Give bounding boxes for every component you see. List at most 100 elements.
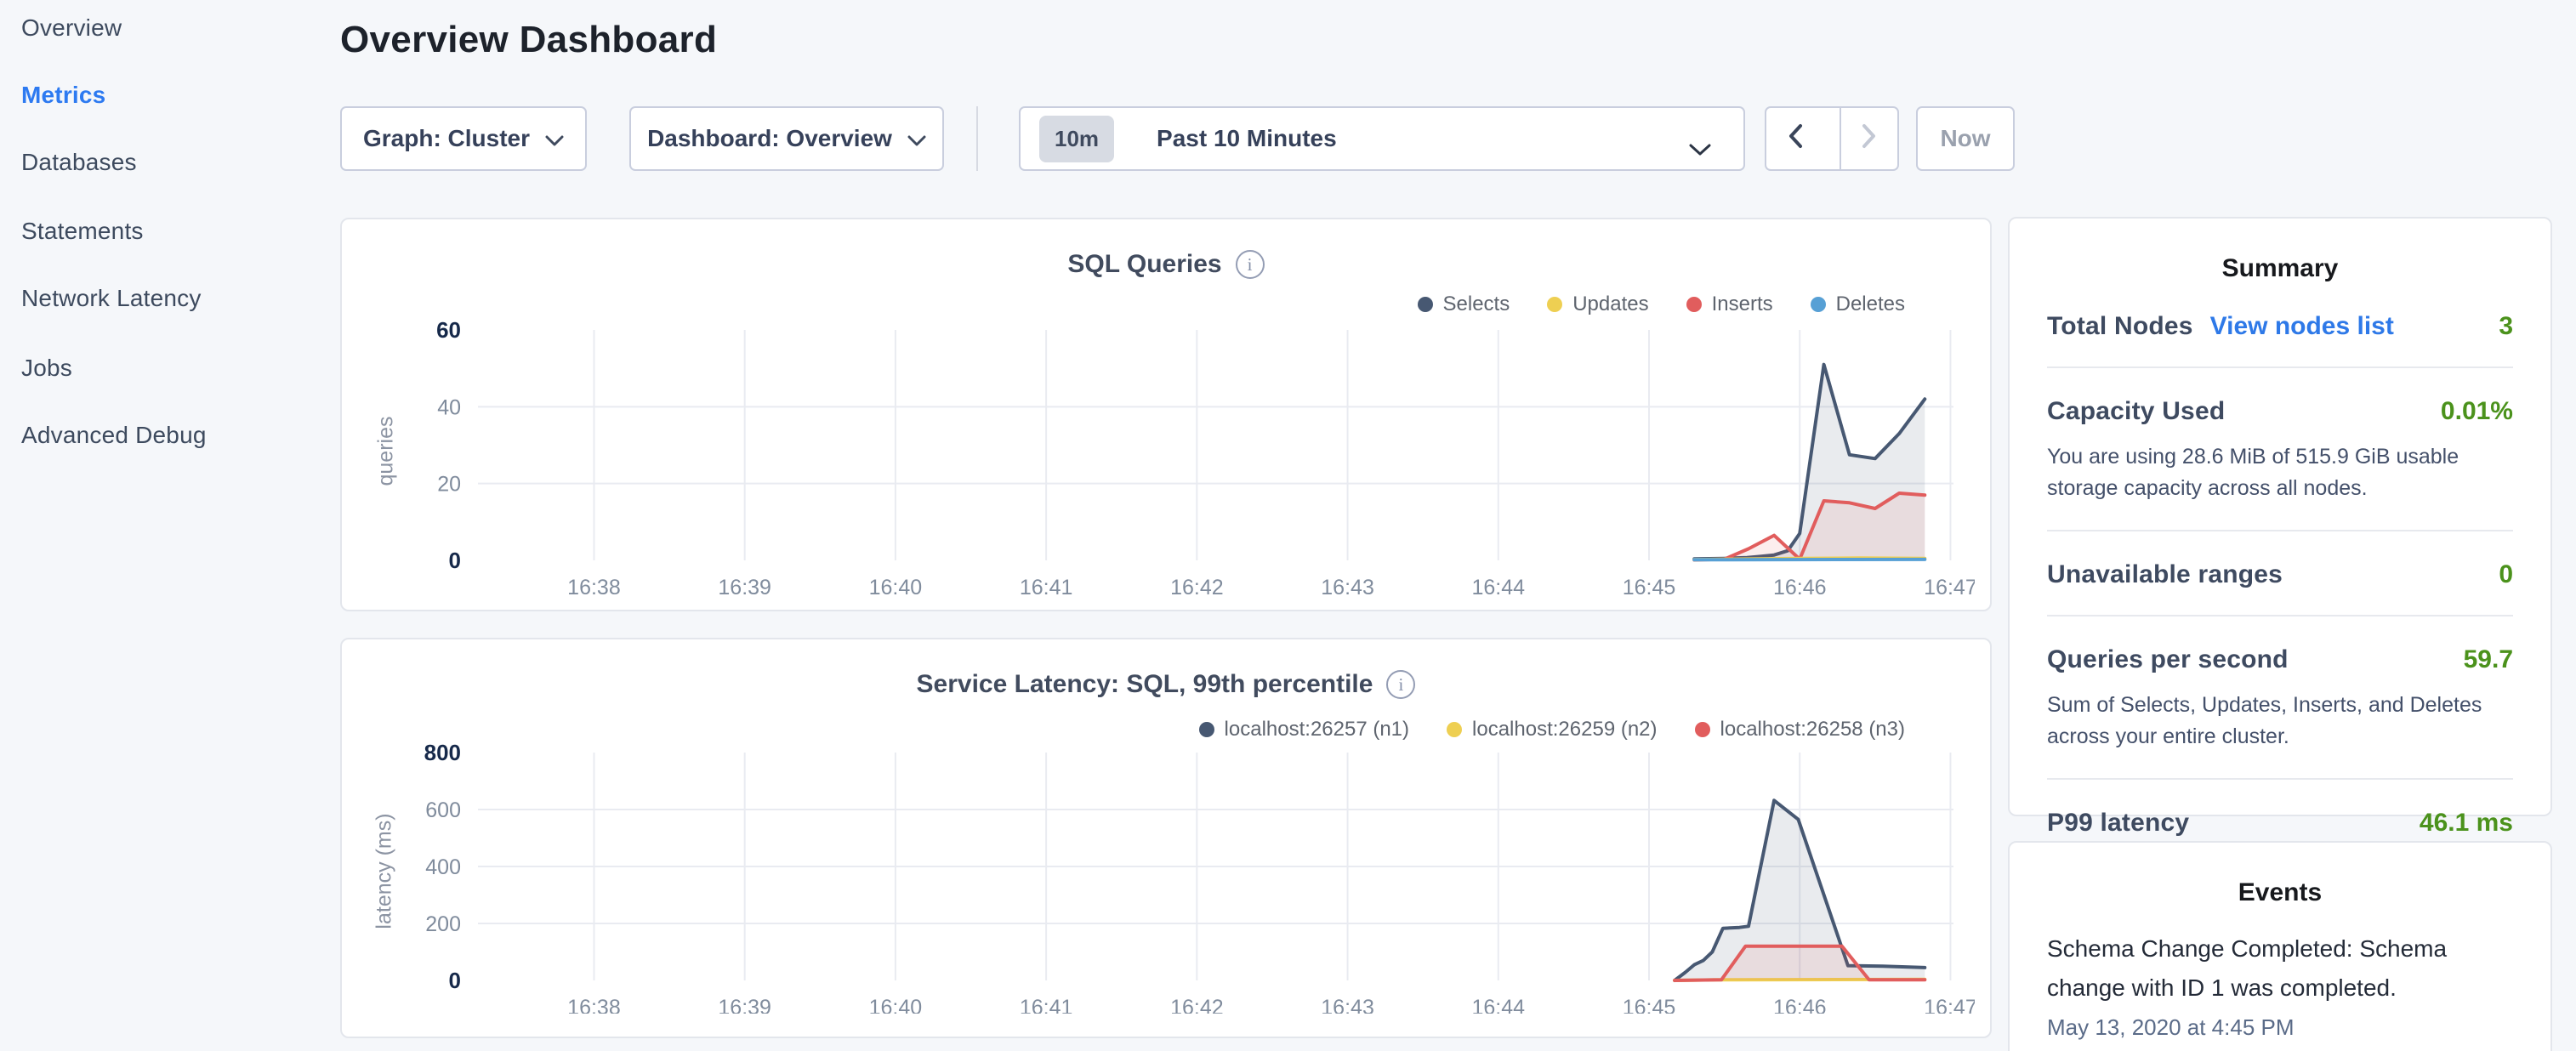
- legend-item[interactable]: Selects: [1418, 293, 1510, 316]
- summary-description: You are using 28.6 MiB of 515.9 GiB usab…: [2047, 441, 2506, 504]
- chart-legend: Selects Updates Inserts Deletes: [1418, 293, 1906, 316]
- summary-description: Sum of Selects, Updates, Inserts, and De…: [2047, 690, 2506, 753]
- svg-text:40: 40: [437, 395, 461, 419]
- chevron-down-icon: [545, 125, 564, 152]
- time-step-back-button[interactable]: [1766, 108, 1824, 169]
- svg-text:16:38: 16:38: [567, 576, 621, 597]
- svg-text:800: 800: [424, 740, 461, 765]
- sidebar-item-statements[interactable]: Statements: [21, 218, 144, 245]
- summary-label: Total Nodes: [2047, 312, 2193, 341]
- time-range-badge: 10m: [1039, 116, 1114, 162]
- svg-text:16:45: 16:45: [1623, 576, 1676, 597]
- svg-text:600: 600: [425, 798, 461, 822]
- time-step-buttons: [1765, 106, 1899, 171]
- sidebar-item-metrics[interactable]: Metrics: [21, 82, 105, 109]
- svg-text:16:43: 16:43: [1321, 996, 1374, 1014]
- svg-text:16:42: 16:42: [1170, 996, 1224, 1014]
- svg-text:16:41: 16:41: [1020, 996, 1073, 1014]
- svg-text:16:41: 16:41: [1020, 576, 1073, 597]
- summary-value: 0: [2499, 560, 2513, 589]
- legend-label: Selects: [1443, 293, 1510, 316]
- sidebar-item-overview[interactable]: Overview: [21, 14, 122, 42]
- summary-label: Unavailable ranges: [2047, 560, 2283, 589]
- summary-row-total-nodes: Total Nodes View nodes list 3: [2047, 283, 2513, 366]
- summary-label: Capacity Used: [2047, 397, 2225, 426]
- legend-dot-icon: [1811, 297, 1826, 312]
- service-latency-chart[interactable]: 16:38 16:39 16:40 16:41 16:42 16:43 16:44 16:45…: [359, 733, 1975, 1014]
- svg-text:16:45: 16:45: [1623, 996, 1676, 1014]
- sidebar-item-databases[interactable]: Databases: [21, 149, 137, 176]
- summary-value: 46.1 ms: [2420, 809, 2513, 838]
- sql-queries-chart-card: SQL Queries i Selects Updates Inserts Delet…: [340, 218, 1992, 611]
- graph-scope-dropdown[interactable]: Graph: Cluster: [340, 106, 587, 171]
- chevron-left-icon: [1787, 123, 1804, 155]
- summary-value: 59.7: [2464, 645, 2513, 674]
- chevron-right-icon: [1861, 123, 1878, 155]
- legend-item[interactable]: Deletes: [1811, 293, 1905, 316]
- summary-value: 3: [2499, 312, 2513, 341]
- legend-item[interactable]: Inserts: [1686, 293, 1773, 316]
- time-range-dropdown[interactable]: 10m Past 10 Minutes: [1019, 106, 1745, 171]
- chart-title: Service Latency: SQL, 99th percentile: [917, 670, 1373, 699]
- svg-text:16:46: 16:46: [1773, 576, 1827, 597]
- graph-scope-dropdown-label: Graph: Cluster: [363, 125, 530, 152]
- svg-text:16:40: 16:40: [869, 996, 923, 1014]
- svg-text:20: 20: [437, 473, 461, 497]
- legend-dot-icon: [1686, 297, 1702, 312]
- summary-row-unavailable-ranges: Unavailable ranges 0: [2047, 530, 2513, 615]
- legend-label: Inserts: [1712, 293, 1773, 316]
- summary-label: P99 latency: [2047, 809, 2189, 838]
- legend-label: Updates: [1572, 293, 1648, 316]
- service-latency-chart-card: Service Latency: SQL, 99th percentile i …: [340, 638, 1992, 1038]
- svg-text:60: 60: [436, 317, 461, 343]
- legend-item[interactable]: Updates: [1547, 293, 1648, 316]
- sql-queries-chart[interactable]: 16:38 16:39 16:40 16:41 16:42 16:43 16:44 16:45…: [359, 316, 1975, 597]
- svg-text:16:47: 16:47: [1924, 576, 1975, 597]
- summary-heading: Summary: [2010, 219, 2550, 283]
- svg-text:16:40: 16:40: [869, 576, 923, 597]
- svg-text:16:44: 16:44: [1472, 996, 1526, 1014]
- info-icon[interactable]: i: [1386, 670, 1415, 699]
- sidebar-item-jobs[interactable]: Jobs: [21, 355, 72, 382]
- svg-text:16:47: 16:47: [1924, 996, 1975, 1014]
- svg-text:400: 400: [425, 855, 461, 879]
- page-title: Overview Dashboard: [340, 19, 717, 61]
- svg-text:16:44: 16:44: [1472, 576, 1526, 597]
- events-panel: Events Schema Change Completed: Schema c…: [2008, 841, 2552, 1051]
- svg-text:0: 0: [449, 548, 461, 573]
- dashboard-dropdown-label: Dashboard: Overview: [647, 125, 892, 152]
- sidebar-item-advanced-debug[interactable]: Advanced Debug: [21, 422, 207, 449]
- legend-dot-icon: [1547, 297, 1562, 312]
- event-text: Schema Change Completed: Schema change w…: [2047, 929, 2513, 1008]
- summary-row-queries-per-second: Queries per second 59.7 Sum of Selects, …: [2047, 615, 2513, 778]
- svg-text:16:38: 16:38: [567, 996, 621, 1014]
- view-nodes-list-link[interactable]: View nodes list: [2210, 312, 2394, 341]
- svg-text:200: 200: [425, 912, 461, 936]
- event-timestamp: May 13, 2020 at 4:45 PM: [2047, 1014, 2513, 1041]
- svg-text:16:42: 16:42: [1170, 576, 1224, 597]
- summary-panel: Summary Total Nodes View nodes list 3 Ca…: [2008, 217, 2552, 816]
- legend-dot-icon: [1418, 297, 1433, 312]
- summary-label: Queries per second: [2047, 645, 2289, 674]
- chevron-down-icon: [907, 125, 926, 152]
- svg-text:16:39: 16:39: [718, 996, 771, 1014]
- time-step-forward-button[interactable]: [1840, 108, 1897, 169]
- svg-text:16:39: 16:39: [718, 576, 771, 597]
- summary-row-capacity-used: Capacity Used 0.01% You are using 28.6 M…: [2047, 366, 2513, 530]
- now-button[interactable]: Now: [1916, 106, 2015, 171]
- event-item[interactable]: Schema Change Completed: Schema change w…: [2047, 929, 2513, 1041]
- svg-text:16:43: 16:43: [1321, 576, 1374, 597]
- sidebar-item-network-latency[interactable]: Network Latency: [21, 285, 202, 312]
- events-heading: Events: [2010, 843, 2550, 907]
- time-range-label: Past 10 Minutes: [1157, 125, 1337, 152]
- svg-text:16:46: 16:46: [1773, 996, 1827, 1014]
- legend-label: Deletes: [1836, 293, 1905, 316]
- chevron-down-icon: [1689, 135, 1711, 162]
- svg-text:0: 0: [449, 968, 461, 993]
- now-button-label: Now: [1940, 125, 1990, 152]
- summary-value: 0.01%: [2441, 397, 2513, 426]
- info-icon[interactable]: i: [1236, 250, 1265, 279]
- dashboard-dropdown[interactable]: Dashboard: Overview: [629, 106, 944, 171]
- toolbar-divider: [976, 106, 978, 171]
- chart-title: SQL Queries: [1067, 250, 1221, 279]
